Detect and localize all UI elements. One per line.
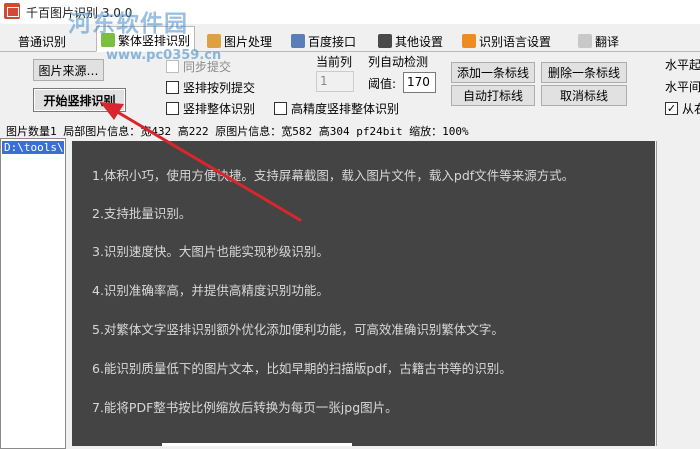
auto-detect-label: 列自动检测 xyxy=(368,55,429,69)
horizontal-start-label: 水平起 xyxy=(665,58,700,72)
image-edit-icon xyxy=(207,34,221,48)
path-list-item[interactable]: D:\tools\ xyxy=(2,141,64,154)
window-title: 千百图片识别 3.0.0 xyxy=(26,6,133,20)
checkbox-label: 同步提交 xyxy=(183,60,232,74)
preview-text-line: 4.识别准确率高，并提供高精度识别功能。 xyxy=(92,283,329,298)
add-mark-line-button[interactable]: 添加一条标线 xyxy=(451,62,535,83)
delete-mark-line-button[interactable]: 删除一条标线 xyxy=(541,62,627,83)
tab-image-processing[interactable]: 图片处理 xyxy=(203,30,276,50)
preview-text-line: 2.支持批量识别。 xyxy=(92,206,192,221)
checkbox-label: 从右 xyxy=(682,102,700,116)
preview-selection-strip xyxy=(162,443,352,446)
threshold-label: 阈值: xyxy=(368,77,397,91)
auto-mark-line-button[interactable]: 自动打标线 xyxy=(451,85,535,106)
preview-text-line: 6.能识别质量低下的图片文本，比如早期的扫描版pdf，古籍古书等的识别。 xyxy=(92,361,512,376)
vertical-ocr-icon xyxy=(101,33,115,47)
checkbox-box xyxy=(166,60,179,73)
tab-label: 识别语言设置 xyxy=(479,34,552,49)
title-bar: 千百图片识别 3.0.0 xyxy=(0,0,700,24)
horizontal-gap-label: 水平间 xyxy=(665,80,700,94)
image-info-status: 图片数量1 局部图片信息：宽432 高222 原图片信息：宽582 高304 p… xyxy=(6,125,469,138)
sync-submit-checkbox[interactable]: 同步提交 xyxy=(166,58,231,75)
image-source-button[interactable]: 图片来源… xyxy=(33,59,104,81)
tab-traditional-vertical-ocr[interactable]: 繁体竖排识别 xyxy=(96,26,196,52)
checkbox-box xyxy=(274,102,287,115)
hq-vertical-whole-checkbox[interactable]: 高精度竖排整体识别 xyxy=(274,100,399,117)
settings-icon xyxy=(378,34,392,48)
tab-normal-ocr[interactable]: 普通识别 xyxy=(14,30,70,50)
vertical-by-column-checkbox[interactable]: 竖排按列提交 xyxy=(166,79,255,96)
vertical-whole-checkbox[interactable]: 竖排整体识别 xyxy=(166,100,255,117)
divider xyxy=(656,141,657,446)
checkbox-label: 高精度竖排整体识别 xyxy=(291,102,400,116)
start-vertical-ocr-button[interactable]: 开始竖排识别 xyxy=(33,88,126,112)
tab-label: 百度接口 xyxy=(308,34,357,49)
current-column-label: 当前列 xyxy=(316,55,353,69)
tab-baidu-api[interactable]: 百度接口 xyxy=(287,30,360,50)
tab-label: 翻译 xyxy=(595,34,620,49)
tab-label: 图片处理 xyxy=(224,34,273,49)
network-icon xyxy=(291,34,305,48)
tab-other-settings[interactable]: 其他设置 xyxy=(374,30,447,50)
checkmark-icon: ✓ xyxy=(665,102,678,115)
tab-bar: 普通识别 繁体竖排识别 图片处理 百度接口 其他设置 识别语言设置 翻译 xyxy=(0,24,700,52)
preview-text-line: 5.对繁体文字竖排识别额外优化添加便利功能，可高效准确识别繁体文字。 xyxy=(92,322,504,337)
tab-label: 普通识别 xyxy=(18,34,67,49)
image-preview[interactable]: 1.体积小巧，使用方便快捷。支持屏幕截图，载入图片文件，载入pdf文件等来源方式… xyxy=(72,141,655,446)
checkbox-label: 竖排按列提交 xyxy=(183,81,256,95)
translate-icon xyxy=(578,34,592,48)
checkbox-box xyxy=(166,81,179,94)
app-icon xyxy=(4,3,20,19)
tab-translate[interactable]: 翻译 xyxy=(574,30,623,50)
preview-text-line: 1.体积小巧，使用方便快捷。支持屏幕截图，载入图片文件，载入pdf文件等来源方式… xyxy=(92,168,575,183)
tab-language-settings[interactable]: 识别语言设置 xyxy=(458,30,555,50)
current-column-input[interactable]: 1 xyxy=(316,71,354,92)
tab-label: 繁体竖排识别 xyxy=(118,33,191,48)
path-list[interactable]: D:\tools\ xyxy=(0,138,66,449)
from-right-checkbox[interactable]: ✓ 从右 xyxy=(665,100,700,117)
preview-text-line: 3.识别速度快。大图片也能实现秒级识别。 xyxy=(92,244,329,259)
rss-icon xyxy=(462,34,476,48)
threshold-input[interactable]: 170 xyxy=(403,72,436,93)
preview-text-line: 7.能将PDF整书按比例缩放后转换为每页一张jpg图片。 xyxy=(92,400,398,415)
checkbox-label: 竖排整体识别 xyxy=(183,102,256,116)
tab-label: 其他设置 xyxy=(395,34,444,49)
checkbox-box xyxy=(166,102,179,115)
cancel-mark-line-button[interactable]: 取消标线 xyxy=(541,85,627,106)
